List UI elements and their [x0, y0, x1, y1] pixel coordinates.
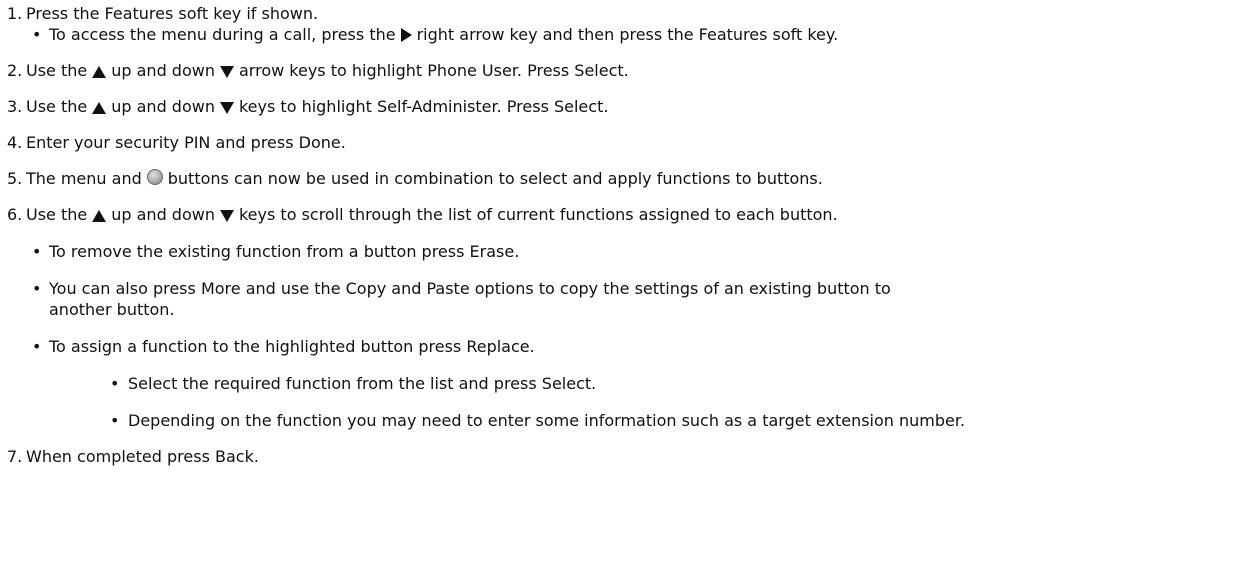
step-text: Use the up and down keys to scroll through…: [26, 205, 838, 224]
bullet-text-continuation: another button.: [49, 300, 175, 319]
step-2: 2. Use the up and down arrow keys to highl…: [0, 59, 1248, 83]
step-4: 4. Enter your security PIN and press Don…: [0, 131, 1248, 155]
bullet-marker: •: [110, 411, 120, 430]
step-number: 3.: [7, 97, 23, 116]
step-6-bullet-replace: • To assign a function to the highlighte…: [0, 335, 1248, 359]
step-number: 2.: [7, 61, 23, 80]
bullet-text: To remove the existing function from a b…: [49, 242, 520, 261]
up-arrow-key-icon: [92, 66, 107, 78]
bullet-marker: •: [110, 374, 120, 393]
line-appearance-button-icon: [146, 169, 163, 185]
down-arrow-key-icon: [219, 210, 234, 222]
step-6-bullet-copy-paste-cont: another button.: [0, 298, 1248, 322]
bullet-marker: •: [32, 25, 42, 44]
bullet-marker: •: [32, 337, 42, 356]
step-1-bullet: • To access the menu during a call, pres…: [0, 23, 1248, 47]
down-arrow-key-icon: [219, 102, 234, 114]
step-number: 4.: [7, 133, 23, 152]
bullet-text: Depending on the function you may need t…: [128, 411, 966, 430]
bullet-marker: •: [32, 242, 42, 261]
step-3: 3. Use the up and down keys to highlight S…: [0, 95, 1248, 119]
step-6-sub-bullet-info: • Depending on the function you may need…: [0, 409, 1248, 433]
step-6-sub-bullet-select: • Select the required function from the …: [0, 372, 1248, 396]
step-6-bullet-erase: • To remove the existing function from a…: [0, 240, 1248, 264]
bullet-text: To access the menu during a call, press …: [49, 25, 839, 44]
down-arrow-key-icon: [219, 66, 234, 78]
step-text: Enter your security PIN and press Done.: [26, 133, 346, 152]
step-text: Use the up and down keys to highlight Self…: [26, 97, 609, 116]
step-text: Use the up and down arrow keys to highligh…: [26, 61, 629, 80]
right-arrow-key-icon: [400, 28, 412, 42]
step-6: 6. Use the up and down keys to scroll thro…: [0, 203, 1248, 227]
up-arrow-key-icon: [92, 102, 107, 114]
step-text: The menu and buttons can now be used in c…: [26, 169, 823, 188]
step-text: When completed press Back.: [26, 447, 259, 466]
bullet-text: Select the required function from the li…: [128, 374, 597, 393]
instructions-document: 1. Press the Features soft key if shown.…: [0, 0, 1248, 572]
step-7: 7. When completed press Back.: [0, 445, 1248, 469]
step-number: 7.: [7, 447, 23, 466]
step-number: 6.: [7, 205, 23, 224]
up-arrow-key-icon: [92, 210, 107, 222]
step-5: 5. The menu and buttons can now be used i…: [0, 167, 1248, 191]
step-number: 5.: [7, 169, 23, 188]
bullet-text: To assign a function to the highlighted …: [49, 337, 535, 356]
